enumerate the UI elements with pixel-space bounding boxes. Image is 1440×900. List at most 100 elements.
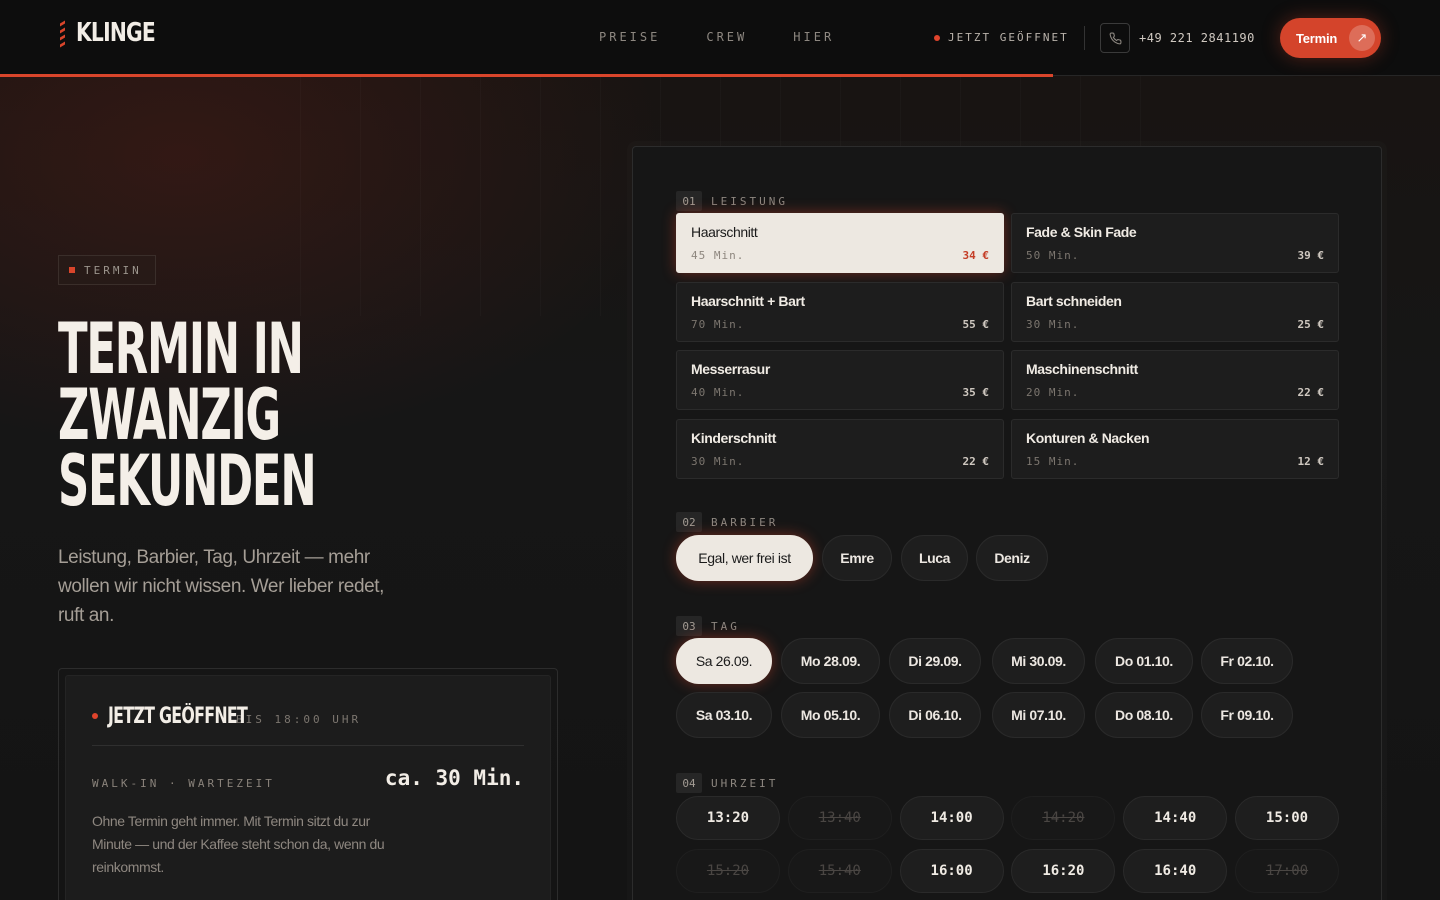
time-slot[interactable]: 13:20 (676, 796, 780, 840)
page-title: TERMIN IN ZWANZIG SEKUNDEN (58, 308, 418, 522)
service-option[interactable]: Bart schneiden 30 Min. 25 € (1011, 281, 1339, 342)
section-label-time: 04 UHRZEIT (676, 773, 778, 793)
main-nav: PREISE CREW HIER (599, 30, 834, 44)
lead-text: Leistung, Barbier, Tag, Uhrzeit — mehr w… (58, 547, 385, 626)
service-option[interactable]: Messerrasur 40 Min. 35 € (676, 350, 1004, 410)
termin-cta-button[interactable]: Termin ↗ (1280, 18, 1381, 58)
day-option[interactable]: Sa 26.09. (676, 638, 772, 684)
service-option[interactable]: Haarschnitt 45 Min. 34 € (676, 213, 1004, 273)
service-option[interactable]: Haarschnitt + Bart 70 Min. 55 € (676, 281, 1004, 342)
service-name: Maschinenschnitt (1026, 361, 1138, 377)
service-option[interactable]: Maschinenschnitt 20 Min. 22 € (1011, 350, 1339, 410)
phone-button[interactable] (1100, 23, 1130, 53)
service-duration: 30 Min. (1026, 317, 1080, 331)
day-option[interactable]: Do 08.10. (1095, 692, 1193, 738)
section-name: BARBIER (711, 515, 779, 529)
day-option[interactable]: Mo 28.09. (781, 638, 880, 684)
service-name: Haarschnitt (691, 224, 758, 240)
scroll-progress-bar (0, 74, 1053, 77)
time-slot: 13:40 (787, 796, 892, 840)
brand-logo[interactable]: KLINGE (58, 16, 177, 50)
service-option[interactable]: Fade & Skin Fade 50 Min. 39 € (1011, 213, 1339, 273)
termin-cta-label: Termin (1296, 30, 1338, 46)
section-name: TAG (711, 619, 740, 633)
day-option[interactable]: Do 01.10. (1095, 638, 1193, 684)
time-slot: 15:40 (787, 849, 892, 893)
section-tag-label: TERMIN (84, 263, 142, 277)
section-number: 03 (676, 616, 702, 636)
day-option[interactable]: Mi 07.10. (992, 692, 1085, 738)
time-slot[interactable]: 14:40 (1123, 796, 1228, 840)
service-price: 35 € (962, 386, 990, 399)
day-option[interactable]: Mo 05.10. (781, 692, 880, 738)
page-title-line-3: SEKUNDEN (58, 440, 317, 522)
time-slot: 15:20 (676, 849, 780, 893)
nav-item-hier[interactable]: HIER (793, 30, 834, 44)
status-card-header: JETZT GEÖFFNET BIS 18:00 UHR (92, 704, 361, 729)
logo-mark-icon (58, 16, 68, 50)
service-price: 25 € (1297, 317, 1325, 331)
section-label-barber: 02 BARBIER (676, 512, 778, 532)
section-name: UHRZEIT (711, 776, 779, 790)
section-label-day: 03 TAG (676, 616, 740, 636)
barber-option[interactable]: Luca (901, 535, 968, 581)
service-price: 55 € (962, 317, 990, 331)
service-duration: 30 Min. (691, 454, 745, 468)
section-name: LEISTUNG (711, 194, 788, 208)
service-name: Bart schneiden (1026, 292, 1122, 309)
booking-panel: 01 LEISTUNG Haarschnitt 45 Min. 34 € Fade &… (632, 146, 1382, 900)
day-option[interactable]: Fr 02.10. (1201, 638, 1293, 684)
day-option[interactable]: Fr 09.10. (1201, 692, 1293, 738)
time-slot[interactable]: 16:00 (899, 849, 1004, 893)
nav-item-preise[interactable]: PREISE (599, 30, 660, 44)
wait-time: ca. 30 Min. (384, 766, 524, 790)
section-number: 02 (676, 512, 702, 532)
opening-status-card: JETZT GEÖFFNET BIS 18:00 UHR WALK-IN · W… (58, 668, 558, 900)
service-name: Fade & Skin Fade (1026, 224, 1137, 240)
barber-option[interactable]: Emre (822, 535, 892, 581)
service-duration: 70 Min. (691, 317, 745, 331)
status-dot-icon (934, 34, 940, 41)
status-dot-icon (92, 713, 98, 719)
page-title-line-2: ZWANZIG (58, 374, 281, 456)
service-duration: 45 Min. (691, 249, 745, 262)
tag-square-icon (69, 267, 75, 273)
day-option[interactable]: Di 29.09. (889, 638, 981, 684)
day-option[interactable]: Mi 30.09. (992, 638, 1085, 684)
time-slot[interactable]: 16:20 (1011, 849, 1116, 893)
service-price: 22 € (1297, 386, 1325, 399)
service-option[interactable]: Kinderschnitt 30 Min. 22 € (676, 418, 1004, 479)
opening-status-card-inner: JETZT GEÖFFNET BIS 18:00 UHR WALK-IN · W… (65, 675, 551, 900)
service-name: Kinderschnitt (691, 429, 777, 446)
section-number: 01 (676, 191, 702, 211)
time-slot: 14:20 (1011, 796, 1116, 840)
phone-number-link[interactable]: +49 221 2841190 (1139, 31, 1255, 45)
time-slot: 17:00 (1235, 849, 1339, 893)
service-price: 34 € (962, 249, 990, 262)
service-name: Haarschnitt + Bart (691, 292, 805, 309)
nav-item-crew[interactable]: CREW (706, 30, 747, 44)
barber-option[interactable]: Egal, wer frei ist (676, 535, 813, 581)
service-duration: 40 Min. (691, 386, 745, 399)
walkin-label: WALK-IN · WARTEZEIT (92, 777, 275, 790)
status-card-until: BIS 18:00 UHR (236, 713, 362, 726)
day-option[interactable]: Di 06.10. (889, 692, 981, 738)
service-price: 22 € (962, 454, 990, 468)
day-option[interactable]: Sa 03.10. (676, 692, 772, 738)
header-divider (1084, 26, 1085, 50)
service-option[interactable]: Konturen & Nacken 15 Min. 12 € (1011, 418, 1339, 479)
section-number: 04 (676, 773, 702, 793)
time-slot[interactable]: 16:40 (1123, 849, 1228, 893)
time-slot[interactable]: 14:00 (899, 796, 1004, 840)
phone-icon (1109, 32, 1121, 44)
service-name: Messerrasur (691, 361, 770, 377)
page-title-line-1: TERMIN IN (58, 308, 304, 390)
service-name: Konturen & Nacken (1026, 429, 1150, 446)
time-slot[interactable]: 15:00 (1235, 796, 1339, 840)
barber-option[interactable]: Deniz (976, 535, 1048, 581)
service-price: 12 € (1297, 454, 1325, 468)
open-status-label: JETZT GEÖFFNET (948, 31, 1069, 44)
open-status: JETZT GEÖFFNET (934, 31, 1069, 44)
service-price: 39 € (1297, 249, 1325, 262)
brand-name: KLINGE (76, 18, 156, 48)
